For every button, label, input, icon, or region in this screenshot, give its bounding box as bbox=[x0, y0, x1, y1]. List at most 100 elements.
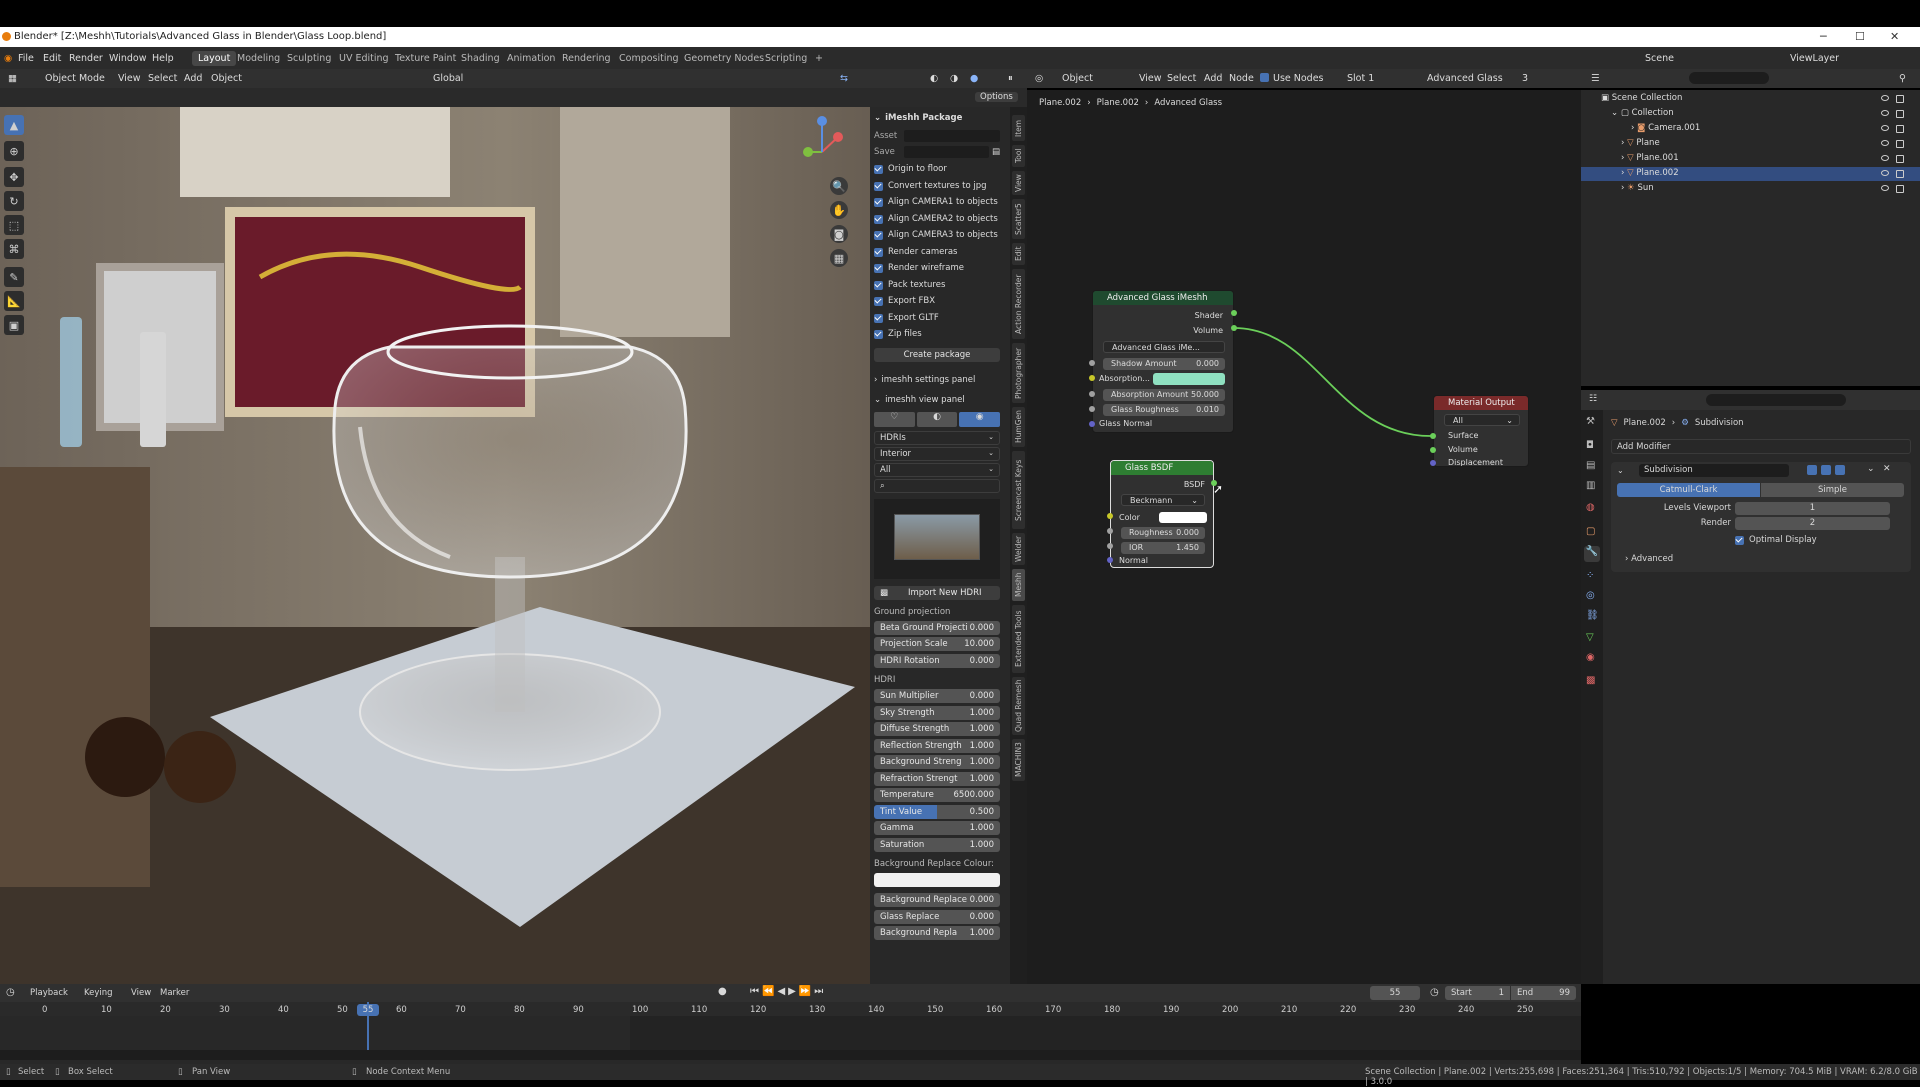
checkbox-export-gltf[interactable]: Export GLTF bbox=[874, 311, 1000, 325]
modifier-tab-icon[interactable]: 🔧 bbox=[1584, 546, 1600, 562]
render-tab-icon[interactable]: ◘ bbox=[1586, 440, 1594, 451]
tab-item[interactable]: Item bbox=[1012, 115, 1025, 141]
shading-solid-icon[interactable]: ◐ bbox=[930, 73, 938, 84]
checkbox-pack-textures[interactable]: Pack textures bbox=[874, 278, 1000, 292]
checkbox-origin-to-floor[interactable]: Origin to floor bbox=[874, 162, 1000, 176]
minimize-icon[interactable]: ─ bbox=[1820, 30, 1827, 43]
reflection-strength-field[interactable]: Reflection Strength 1.000 bbox=[874, 739, 1000, 753]
socket-volume-out[interactable] bbox=[1231, 325, 1237, 331]
sun-multiplier-field[interactable]: Sun Multiplier 0.000 bbox=[874, 689, 1000, 703]
node-glass-bsdf[interactable]: Glass BSDF BSDF Beckmann ⌄ Color Roughnes… bbox=[1110, 460, 1214, 568]
hdri-thumbnail[interactable] bbox=[894, 514, 980, 560]
asset-field[interactable] bbox=[904, 130, 1000, 142]
outliner-filter-icon[interactable]: ⚲ bbox=[1899, 73, 1906, 84]
rotate-tool-icon[interactable]: ↻ bbox=[4, 191, 24, 211]
create-package-button[interactable]: Create package bbox=[874, 348, 1000, 362]
roughness-field[interactable]: Roughness 0.000 bbox=[1121, 527, 1205, 539]
tab-edit[interactable]: Edit bbox=[1012, 243, 1025, 265]
visibility-eye-icon[interactable] bbox=[1881, 170, 1889, 176]
checkbox-align-camera3[interactable]: Align CAMERA3 to objects bbox=[874, 228, 1000, 242]
close-icon[interactable]: ✕ bbox=[1890, 30, 1899, 43]
outliner-camera[interactable]: › ◙ Camera.001 bbox=[1631, 123, 1700, 133]
socket-roughness-in[interactable] bbox=[1107, 528, 1113, 534]
socket-displacement-in[interactable] bbox=[1430, 460, 1436, 466]
hdri-subcategory-dropdown[interactable]: Interior ⌄ bbox=[874, 447, 1000, 461]
visibility-eye-icon[interactable] bbox=[1881, 125, 1889, 131]
object-mode-dropdown[interactable]: Object Mode bbox=[45, 73, 105, 84]
node-advanced-glass-group[interactable]: Advanced Glass iMeshh Shader Volume Adva… bbox=[1092, 290, 1234, 433]
camera-view-icon[interactable]: ◙ bbox=[830, 225, 848, 243]
menu-edit[interactable]: Edit bbox=[43, 53, 61, 64]
background-replace-2-field[interactable]: Background Repla 1.000 bbox=[874, 926, 1000, 940]
glass-roughness-field[interactable]: Glass Roughness 0.010 bbox=[1103, 404, 1225, 416]
material-tab-icon[interactable]: ◉ bbox=[1586, 652, 1595, 663]
optimal-display-checkbox[interactable]: Optimal Display bbox=[1735, 535, 1817, 545]
use-nodes-checkbox[interactable] bbox=[1260, 73, 1269, 82]
socket-volume-in[interactable] bbox=[1430, 447, 1436, 453]
catmull-clark-button[interactable]: Catmull-Clark bbox=[1617, 483, 1760, 497]
shading-material-icon[interactable]: ◑ bbox=[950, 73, 958, 84]
tab-shading[interactable]: Shading bbox=[461, 53, 500, 64]
render-camera-icon[interactable] bbox=[1896, 110, 1904, 118]
playhead-frame-label[interactable]: 55 bbox=[357, 1004, 379, 1016]
gizmo-toggle-icon[interactable]: ⇆ bbox=[840, 73, 848, 84]
viewport-menu-view[interactable]: View bbox=[118, 73, 141, 84]
tab-uv-editing[interactable]: UV Editing bbox=[339, 53, 389, 64]
hdri-mode-icon[interactable]: ♡ bbox=[874, 412, 915, 427]
output-target-dropdown[interactable]: All ⌄ bbox=[1444, 414, 1520, 426]
node-menu-node[interactable]: Node bbox=[1229, 73, 1254, 84]
background-replace-field[interactable]: Background Replace 0.000 bbox=[874, 893, 1000, 907]
tab-compositing[interactable]: Compositing bbox=[619, 53, 679, 64]
projection-scale-field[interactable]: Projection Scale 10.000 bbox=[874, 637, 1000, 651]
zoom-icon[interactable]: 🔍 bbox=[830, 177, 848, 195]
menu-window[interactable]: Window bbox=[109, 53, 146, 64]
socket-absorption-in[interactable] bbox=[1089, 375, 1095, 381]
outliner-plane-001[interactable]: › ▽ Plane.001 bbox=[1621, 153, 1679, 163]
socket-ior-in[interactable] bbox=[1107, 543, 1113, 549]
render-camera-icon[interactable] bbox=[1896, 95, 1904, 103]
tab-sculpting[interactable]: Sculpting bbox=[287, 53, 331, 64]
tab-humgen[interactable]: HumGen bbox=[1012, 407, 1025, 447]
modifier-menu-chevron-icon[interactable]: ⌄ bbox=[1867, 464, 1875, 474]
node-header[interactable]: Glass BSDF bbox=[1111, 461, 1213, 475]
3d-viewport[interactable]: ▲ ⊕ ✥ ↻ ⬚ ⌘ ✎ 📐 ▣ 🔍 ✋ ◙ ▦ bbox=[0, 107, 1010, 984]
transform-tool-icon[interactable]: ⌘ bbox=[4, 239, 24, 259]
blender-menu-icon[interactable]: ◉ bbox=[4, 53, 12, 64]
modifier-name-field[interactable]: Subdivision bbox=[1639, 464, 1789, 477]
panel-header-package[interactable]: ⌄ iMeshh Package bbox=[874, 111, 1000, 125]
import-hdri-button[interactable]: ▩ Import New HDRI bbox=[874, 586, 1000, 600]
node-menu-select[interactable]: Select bbox=[1167, 73, 1196, 84]
select-tool-icon[interactable]: ▲ bbox=[4, 115, 24, 135]
node-editor-type-icon[interactable]: ◎ bbox=[1035, 73, 1043, 84]
render-camera-icon[interactable] bbox=[1896, 155, 1904, 163]
absorption-color-swatch[interactable] bbox=[1153, 373, 1225, 385]
background-strength-field[interactable]: Background Streng 1.000 bbox=[874, 755, 1000, 769]
tool-tab-icon[interactable]: ⚒ bbox=[1586, 416, 1595, 427]
node-menu-add[interactable]: Add bbox=[1204, 73, 1222, 84]
folder-icon[interactable]: ▤ bbox=[992, 147, 1000, 157]
checkbox-zip-files[interactable]: Zip files bbox=[874, 327, 1000, 341]
viewport-options-button[interactable]: Options bbox=[975, 92, 1018, 102]
render-camera-icon[interactable] bbox=[1896, 140, 1904, 148]
timeline-menu-marker[interactable]: Marker bbox=[160, 988, 189, 998]
scene-selector[interactable]: Scene bbox=[1645, 53, 1674, 64]
checkbox-convert-textures[interactable]: Convert textures to jpg bbox=[874, 179, 1000, 193]
texture-tab-icon[interactable]: ▩ bbox=[1586, 675, 1595, 686]
tab-action-recorder[interactable]: Action Recorder bbox=[1012, 269, 1025, 339]
temperature-field[interactable]: Temperature 6500.000 bbox=[874, 788, 1000, 802]
group-datablock[interactable]: Advanced Glass iMe... bbox=[1103, 341, 1225, 353]
viewport-toggle-icon[interactable] bbox=[1821, 465, 1831, 475]
viewport-menu-select[interactable]: Select bbox=[148, 73, 177, 84]
current-frame-field[interactable]: 55 bbox=[1370, 986, 1420, 1000]
physics-tab-icon[interactable]: ◎ bbox=[1586, 590, 1595, 601]
render-camera-icon[interactable] bbox=[1896, 185, 1904, 193]
socket-normal-in[interactable] bbox=[1107, 557, 1113, 563]
outliner-type-icon[interactable]: ☰ bbox=[1591, 73, 1600, 84]
tab-quad-remesh[interactable]: Quad Remesh bbox=[1012, 677, 1025, 735]
visibility-eye-icon[interactable] bbox=[1881, 185, 1889, 191]
measure-tool-icon[interactable]: 📐 bbox=[4, 291, 24, 311]
properties-object[interactable]: Plane.002 bbox=[1624, 418, 1666, 428]
tab-view[interactable]: View bbox=[1012, 171, 1025, 195]
object-tab-icon[interactable]: ▢ bbox=[1586, 526, 1595, 537]
hdri-category-dropdown[interactable]: HDRIs ⌄ bbox=[874, 431, 1000, 445]
